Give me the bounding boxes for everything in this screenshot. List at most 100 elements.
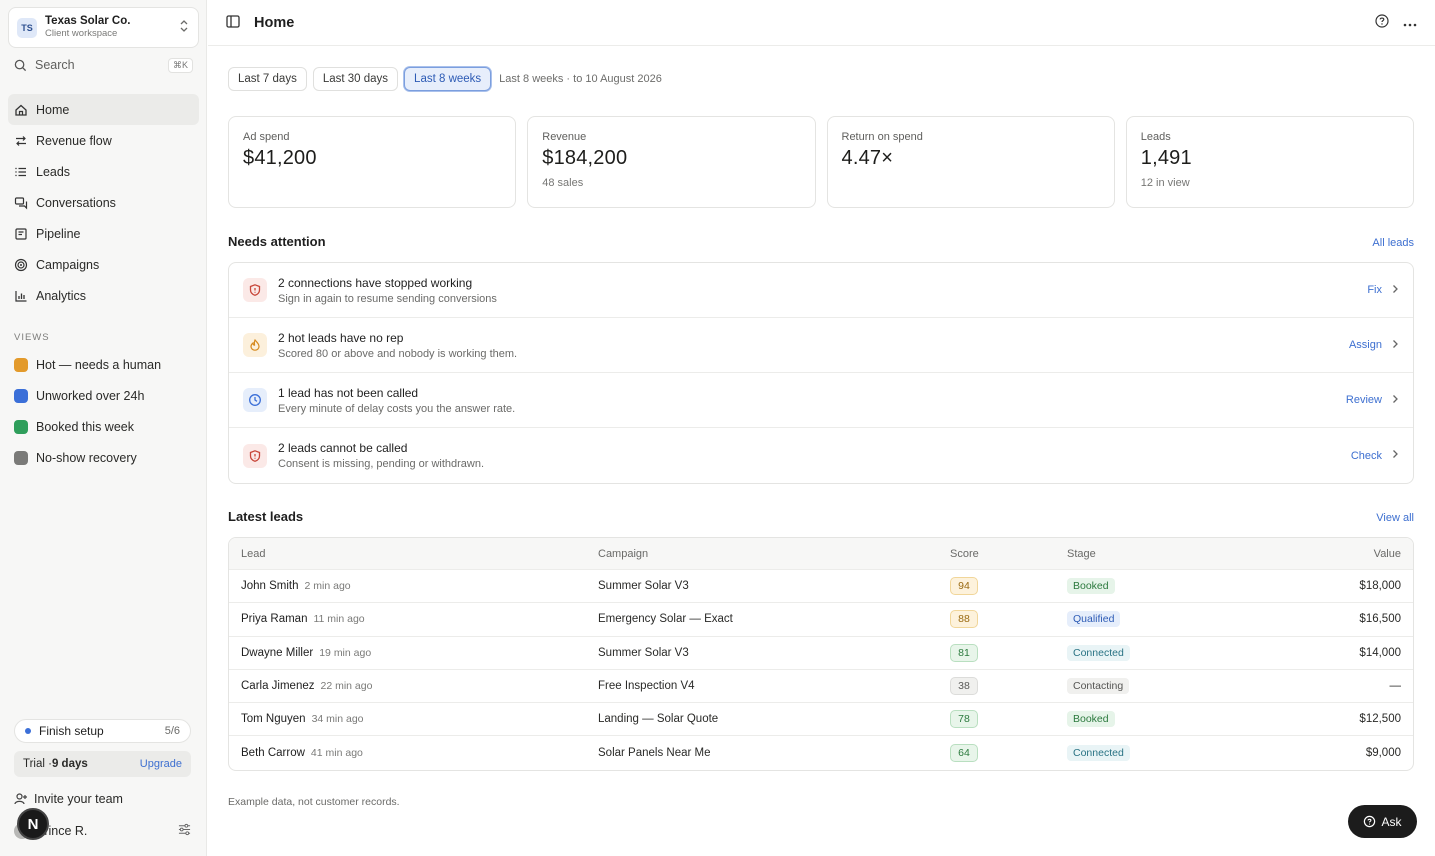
attention-action-button[interactable]: Review	[1346, 394, 1382, 406]
help-icon[interactable]	[1375, 14, 1389, 31]
attention-list: 2 connections have stopped working Sign i…	[228, 262, 1414, 484]
sidebar-item-conversations[interactable]: Conversations	[8, 187, 199, 218]
chat-icon	[14, 196, 28, 209]
lead-campaign: Landing — Solar Quote	[598, 713, 719, 726]
sidebar-item-leads[interactable]: Leads	[8, 156, 199, 187]
column-header[interactable]: Campaign	[598, 548, 950, 560]
score-badge: 64	[950, 744, 978, 763]
views-heading: VIEWS	[14, 332, 50, 343]
score-badge: 38	[950, 677, 978, 696]
workspace-switcher[interactable]: TS Texas Solar Co. Client workspace	[8, 7, 199, 48]
latest-leads-title: Latest leads	[228, 509, 304, 524]
attention-action-button[interactable]: Assign	[1349, 339, 1382, 351]
flame-icon	[14, 357, 28, 372]
column-header[interactable]: Value	[1267, 548, 1401, 560]
flame-icon	[243, 333, 267, 357]
table-row[interactable]: Tom Nguyen 34 min ago Landing — Solar Quot…	[229, 703, 1413, 737]
attention-item[interactable]: 2 hot leads have no rep Scored 80 or abov…	[229, 318, 1413, 373]
stage-badge: Qualified	[1067, 611, 1121, 628]
attention-item[interactable]: 1 lead has not been called Every minute o…	[229, 373, 1413, 428]
user-plus-icon	[14, 793, 27, 805]
flow-icon	[16, 135, 26, 146]
upgrade-link[interactable]: Upgrade	[140, 758, 182, 770]
trial-banner: Trial · 9 days Upgrade	[14, 751, 191, 777]
table-row[interactable]: Priya Raman 11 min ago Emergency Solar — E…	[229, 603, 1413, 637]
workspace-subtitle: Client workspace	[45, 28, 118, 39]
all-leads-link[interactable]: All leads	[1372, 237, 1414, 249]
table-header: Lead Campaign Score Stage Value	[229, 538, 1413, 570]
finish-setup-button[interactable]: Finish setup 5/6	[14, 719, 191, 743]
clock-icon	[14, 388, 28, 403]
range-chip[interactable]: Last 8 weeks	[404, 67, 492, 91]
column-header[interactable]: Score	[950, 548, 1067, 560]
settings-sliders-icon[interactable]	[178, 823, 191, 839]
score-badge: 88	[950, 610, 978, 629]
range-chip[interactable]: Last 30 days	[312, 67, 399, 91]
sidebar-item-home[interactable]: Home	[8, 94, 199, 125]
pipeline-icon	[15, 227, 27, 240]
attention-subtitle: Scored 80 or above and nobody is working…	[278, 347, 518, 360]
ask-button[interactable]: Ask	[1348, 805, 1417, 838]
kpi-card: Ad spend $41,200	[228, 116, 517, 208]
range-chip[interactable]: Last 7 days	[228, 67, 307, 91]
view-item[interactable]: Hot — needs a human	[8, 349, 199, 380]
attention-item[interactable]: 2 leads cannot be called Consent is missi…	[229, 428, 1413, 483]
lead-name: Carla Jimenez	[241, 680, 315, 693]
chevron-right-icon	[1392, 394, 1399, 407]
kpi-value: $41,200	[243, 147, 317, 169]
view-item[interactable]: Unworked over 24h	[8, 380, 199, 411]
sidebar-item-label: Revenue flow	[36, 133, 112, 148]
view-all-link[interactable]: View all	[1376, 512, 1414, 524]
lead-name: Priya Raman	[241, 613, 308, 626]
attention-action-button[interactable]: Check	[1351, 450, 1382, 462]
lead-time: 19 min ago	[319, 646, 372, 659]
search-label: Search	[35, 58, 75, 72]
view-item[interactable]: Booked this week	[8, 411, 199, 442]
table-row[interactable]: Dwayne Miller 19 min ago Summer Solar V3 81…	[229, 637, 1413, 670]
column-header[interactable]: Lead	[241, 548, 598, 560]
chevron-right-icon	[1392, 449, 1399, 462]
stage-badge: Booked	[1067, 711, 1115, 728]
more-icon[interactable]	[1403, 16, 1417, 30]
attention-title: 2 leads cannot be called	[278, 441, 408, 455]
n-badge[interactable]: N	[17, 808, 49, 840]
trial-days: 9 days	[51, 758, 88, 770]
kpi-card: Revenue $184,200 48 sales	[527, 116, 816, 208]
date-range-selector: Last 7 days Last 30 days Last 8 weeks Last …	[228, 67, 662, 91]
attention-item[interactable]: 2 connections have stopped working Sign i…	[229, 263, 1413, 318]
main-nav: Home Revenue flow Leads Conversations Pipeli…	[8, 94, 199, 311]
search-button[interactable]: Search ⌘K	[8, 54, 199, 76]
workspace-name: Texas Solar Co.	[45, 15, 131, 27]
setup-label: Finish setup	[39, 724, 104, 738]
range-note: Last 8 weeks · to 10 August 2026	[499, 73, 662, 85]
sidebar-item-label: Conversations	[36, 195, 116, 210]
table-row[interactable]: Carla Jimenez 22 min ago Free Inspection V…	[229, 670, 1413, 704]
attention-action-button[interactable]: Fix	[1367, 284, 1382, 296]
sidebar: TS Texas Solar Co. Client workspace Sear…	[0, 0, 207, 856]
sidebar-item-campaigns[interactable]: Campaigns	[8, 249, 199, 280]
view-label: No-show recovery	[36, 450, 137, 465]
sidebar-toggle-icon[interactable]	[226, 14, 240, 31]
stage-badge: Contacting	[1067, 678, 1130, 695]
kpi-card: Return on spend 4.47×	[826, 116, 1115, 208]
invite-label: Invite your team	[34, 792, 123, 806]
attention-subtitle: Every minute of delay costs you the answ…	[278, 402, 516, 415]
ask-label: Ask	[1381, 814, 1402, 829]
sidebar-item-pipeline[interactable]: Pipeline	[8, 218, 199, 249]
attention-subtitle: Consent is missing, pending or withdrawn…	[278, 458, 485, 470]
kpi-card: Leads 1,491 12 in view	[1125, 116, 1414, 208]
home-icon	[15, 104, 27, 116]
sidebar-item-label: Home	[36, 102, 70, 117]
kpi-label: Leads	[1140, 131, 1171, 143]
table-row[interactable]: Beth Carrow 41 min ago Solar Panels Near M…	[229, 736, 1413, 769]
view-item[interactable]: No-show recovery	[8, 442, 199, 473]
page-title: Home	[254, 14, 295, 31]
column-header[interactable]: Stage	[1067, 548, 1267, 560]
top-bar: Home	[208, 0, 1435, 46]
lead-value: $9,000	[1365, 747, 1401, 760]
sidebar-item-revenue-flow[interactable]: Revenue flow	[8, 125, 199, 156]
chevron-right-icon	[1392, 339, 1399, 352]
table-row[interactable]: John Smith 2 min ago Summer Solar V3 94 Book…	[229, 570, 1413, 604]
sidebar-item-analytics[interactable]: Analytics	[8, 280, 199, 311]
invite-team-button[interactable]: Invite your team	[14, 792, 123, 806]
